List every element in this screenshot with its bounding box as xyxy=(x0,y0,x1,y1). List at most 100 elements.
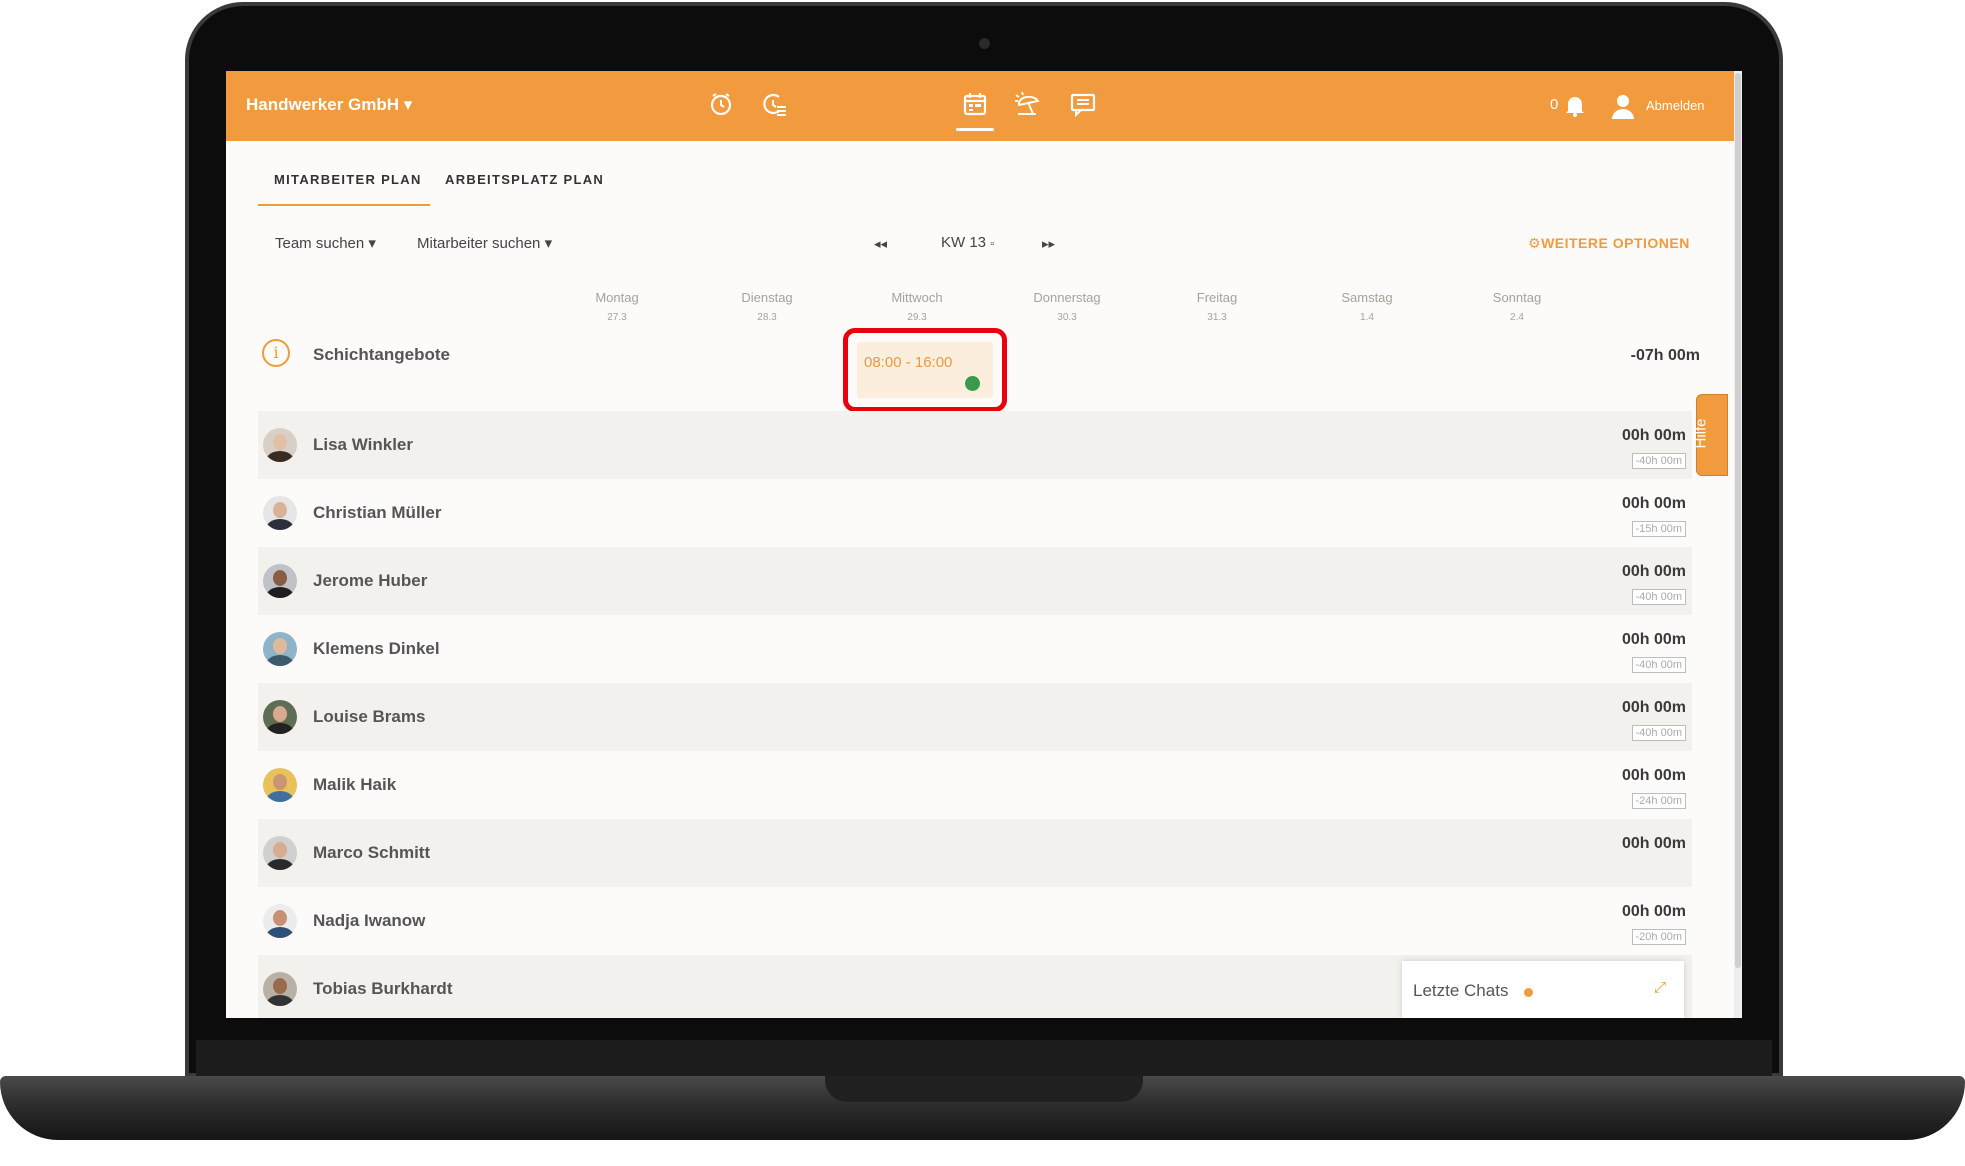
bell-icon[interactable] xyxy=(1564,93,1586,117)
day-date: 30.3 xyxy=(1057,312,1077,323)
page-scrollbar[interactable] xyxy=(1734,71,1742,1018)
calendar-small-icon: ▫ xyxy=(990,238,995,250)
employee-name[interactable]: Marco Schmitt xyxy=(313,843,430,863)
day-header: Sonntag 2.4 xyxy=(1457,290,1577,323)
recent-chats-title: Letzte Chats xyxy=(1413,981,1509,1000)
avatar xyxy=(263,496,297,530)
more-options-label: WEITERE OPTIONEN xyxy=(1541,235,1690,251)
employee-total: 00h 00m xyxy=(1621,631,1686,648)
employee-target: -40h 00m xyxy=(1631,657,1686,673)
employee-name[interactable]: Klemens Dinkel xyxy=(313,639,440,659)
employee-list: Lisa Winkler 00h 00m -40h 00m Christian … xyxy=(258,411,1692,1018)
employee-search-label: Mitarbeiter suchen xyxy=(417,235,541,252)
active-tab-indicator xyxy=(258,204,430,206)
scrollbar-thumb[interactable] xyxy=(1735,73,1741,968)
more-options-button[interactable]: ⚙WEITERE OPTIONEN xyxy=(1528,235,1690,252)
employee-total: 00h 00m xyxy=(1621,903,1686,920)
day-date: 1.4 xyxy=(1360,312,1374,323)
table-row: Malik Haik 00h 00m -24h 00m xyxy=(258,751,1692,819)
team-search-label: Team suchen xyxy=(275,235,365,252)
info-icon[interactable]: i xyxy=(262,339,290,367)
day-header: Samstag 1.4 xyxy=(1307,290,1427,323)
table-row: Jerome Huber 00h 00m -40h 00m xyxy=(258,547,1692,615)
avatar xyxy=(263,904,297,938)
day-name: Samstag xyxy=(1341,290,1393,305)
laptop-notch xyxy=(825,1076,1143,1102)
employee-target: -24h 00m xyxy=(1631,793,1686,809)
top-bar: Handwerker GmbH ▾ 0 Abmelden xyxy=(226,71,1734,141)
employee-total: 00h 00m xyxy=(1621,835,1686,852)
tab-employee-plan[interactable]: MITARBEITER PLAN xyxy=(274,172,422,187)
expand-icon[interactable]: ⤢ xyxy=(1654,979,1666,996)
table-row: Klemens Dinkel 00h 00m -40h 00m xyxy=(258,615,1692,683)
avatar xyxy=(263,700,297,734)
day-date: 28.3 xyxy=(757,312,777,323)
week-label: KW 13 xyxy=(941,234,987,251)
week-selector[interactable]: KW 13 ▫ xyxy=(941,234,994,251)
user-icon[interactable] xyxy=(1609,92,1637,120)
avatar xyxy=(263,768,297,802)
table-row: Nadja Iwanow 00h 00m -20h 00m xyxy=(258,887,1692,955)
vacation-icon[interactable] xyxy=(1013,89,1043,119)
employee-name[interactable]: Christian Müller xyxy=(313,503,441,523)
table-row: Lisa Winkler 00h 00m -40h 00m xyxy=(258,411,1692,479)
app-screen: Handwerker GmbH ▾ 0 Abmelden MITARBEITER… xyxy=(226,71,1742,1018)
day-header: Donnerstag 30.3 xyxy=(1007,290,1127,323)
employee-name[interactable]: Malik Haik xyxy=(313,775,396,795)
day-date: 29.3 xyxy=(907,312,927,323)
clock-icon[interactable] xyxy=(706,89,736,119)
unread-indicator xyxy=(1524,988,1533,997)
team-search-dropdown[interactable]: Team suchen ▾ xyxy=(275,234,376,252)
avatar xyxy=(263,428,297,462)
day-date: 31.3 xyxy=(1207,312,1227,323)
gear-icon: ⚙ xyxy=(1528,235,1542,251)
company-selector[interactable]: Handwerker GmbH ▾ xyxy=(246,95,412,115)
employee-name[interactable]: Lisa Winkler xyxy=(313,435,413,455)
recent-chats-widget[interactable]: Letzte Chats ⤢ xyxy=(1402,961,1684,1018)
highlight-box xyxy=(843,328,1007,412)
day-date: 27.3 xyxy=(607,312,627,323)
day-name: Freitag xyxy=(1196,290,1238,305)
table-row: Christian Müller 00h 00m -15h 00m xyxy=(258,479,1692,547)
table-row: Louise Brams 00h 00m -40h 00m xyxy=(258,683,1692,751)
employee-target: -40h 00m xyxy=(1631,453,1686,469)
logout-link[interactable]: Abmelden xyxy=(1646,98,1705,113)
employee-total: 00h 00m xyxy=(1621,699,1686,716)
employee-name[interactable]: Tobias Burkhardt xyxy=(313,979,452,999)
day-name: Donnerstag xyxy=(1033,290,1101,305)
employee-total: 00h 00m xyxy=(1621,767,1686,784)
webcam xyxy=(979,38,990,49)
day-header: Freitag 31.3 xyxy=(1157,290,1277,323)
employee-target: -20h 00m xyxy=(1631,929,1686,945)
previous-week-button[interactable]: ◂◂ xyxy=(874,236,887,252)
day-date: 2.4 xyxy=(1510,312,1524,323)
chat-icon[interactable] xyxy=(1068,89,1098,119)
day-name: Mittwoch xyxy=(891,290,943,305)
employee-target: -40h 00m xyxy=(1631,725,1686,741)
employee-search-dropdown[interactable]: Mitarbeiter suchen ▾ xyxy=(417,234,552,252)
help-tab[interactable]: Hilfe xyxy=(1692,394,1728,476)
table-row: Marco Schmitt 00h 00m xyxy=(258,819,1692,887)
employee-name[interactable]: Louise Brams xyxy=(313,707,425,727)
next-week-button[interactable]: ▸▸ xyxy=(1042,236,1055,252)
day-header: Dienstag 28.3 xyxy=(707,290,827,323)
employee-total: 00h 00m xyxy=(1621,427,1686,444)
employee-target: -40h 00m xyxy=(1631,589,1686,605)
employee-name[interactable]: Nadja Iwanow xyxy=(313,911,425,931)
shift-offers-total: -07h 00m xyxy=(1630,347,1700,364)
day-name: Sonntag xyxy=(1492,290,1542,305)
timesheet-icon[interactable] xyxy=(759,89,789,119)
help-label: Hilfe xyxy=(1692,418,1710,449)
employee-name[interactable]: Jerome Huber xyxy=(313,571,427,591)
day-header: Montag 27.3 xyxy=(557,290,677,323)
active-nav-indicator xyxy=(956,128,994,131)
employee-total: 00h 00m xyxy=(1621,495,1686,512)
shift-offers-title: Schichtangebote xyxy=(313,345,450,364)
avatar xyxy=(263,564,297,598)
avatar xyxy=(263,632,297,666)
day-name: Dienstag xyxy=(741,290,793,305)
employee-target: -15h 00m xyxy=(1631,521,1686,537)
tab-workplace-plan[interactable]: ARBEITSPLATZ PLAN xyxy=(445,172,604,187)
calendar-icon[interactable] xyxy=(960,89,990,119)
laptop-bezel-bottom xyxy=(196,1040,1772,1078)
